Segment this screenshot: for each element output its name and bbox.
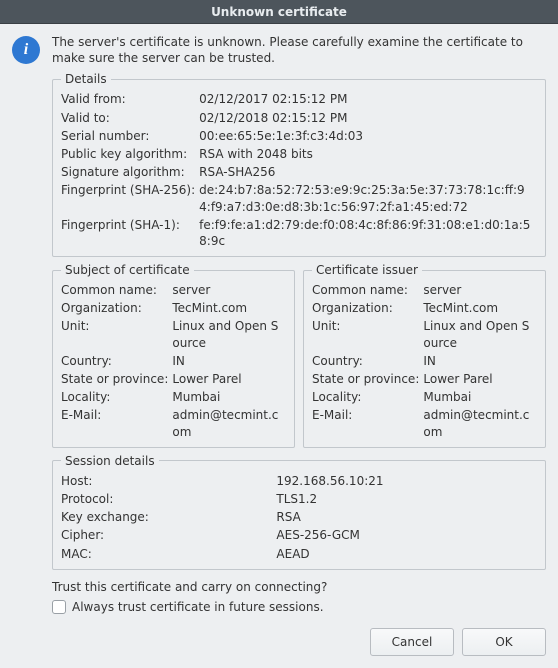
valid-to-value: 02/12/2018 02:15:12 PM [199,109,537,127]
sigalg-label: Signature algorithm: [61,163,199,181]
host-label: Host: [61,472,276,490]
protocol-label: Protocol: [61,490,276,508]
mac-label: MAC: [61,545,276,563]
subject-locality-label: Locality: [61,388,172,406]
cipher-label: Cipher: [61,526,276,544]
fp256-label: Fingerprint (SHA-256): [61,181,199,215]
subject-org-value: TecMint.com [172,299,286,317]
subject-locality-value: Mumbai [172,388,286,406]
issuer-org-value: TecMint.com [423,299,537,317]
cancel-button[interactable]: Cancel [370,628,454,656]
fp1-label: Fingerprint (SHA-1): [61,216,199,250]
details-legend: Details [61,72,111,86]
issuer-cn-label: Common name: [312,281,423,299]
issuer-state-label: State or province: [312,370,423,388]
subject-legend: Subject of certificate [61,263,194,277]
ok-button[interactable]: OK [462,628,546,656]
issuer-cn-value: server [423,281,537,299]
pubkey-value: RSA with 2048 bits [199,145,537,163]
issuer-locality-value: Mumbai [423,388,537,406]
trust-question: Trust this certificate and carry on conn… [52,580,546,594]
subject-cn-value: server [172,281,286,299]
issuer-unit-value: Linux and Open Source [423,317,537,351]
issuer-org-label: Organization: [312,299,423,317]
protocol-value: TLS1.2 [276,490,537,508]
session-legend: Session details [61,454,159,468]
issuer-email-label: E-Mail: [312,406,423,440]
subject-country-label: Country: [61,352,172,370]
subject-group: Subject of certificate Common name:serve… [52,263,295,448]
message-text: The server's certificate is unknown. Ple… [52,34,546,66]
pubkey-label: Public key algorithm: [61,145,199,163]
valid-to-label: Valid to: [61,109,199,127]
window-title: Unknown certificate [0,0,558,24]
dialog-content: i The server's certificate is unknown. P… [0,24,558,668]
serial-label: Serial number: [61,127,199,145]
always-trust-label: Always trust certificate in future sessi… [72,600,324,614]
mac-value: AEAD [276,545,537,563]
fp256-value: de:24:b7:8a:52:72:53:e9:9c:25:3a:5e:37:7… [199,181,537,215]
sigalg-value: RSA-SHA256 [199,163,537,181]
always-trust-checkbox[interactable] [52,600,66,614]
subject-org-label: Organization: [61,299,172,317]
issuer-unit-label: Unit: [312,317,423,351]
serial-value: 00:ee:65:5e:1e:3f:c3:4d:03 [199,127,537,145]
host-value: 192.168.56.10:21 [276,472,537,490]
valid-from-label: Valid from: [61,90,199,108]
issuer-country-value: IN [423,352,537,370]
subject-email-value: admin@tecmint.com [172,406,286,440]
fp1-value: fe:f9:fe:a1:d2:79:de:f0:08:4c:8f:86:9f:3… [199,216,537,250]
kex-label: Key exchange: [61,508,276,526]
issuer-legend: Certificate issuer [312,263,422,277]
subject-email-label: E-Mail: [61,406,172,440]
issuer-group: Certificate issuer Common name:server Or… [303,263,546,448]
cipher-value: AES-256-GCM [276,526,537,544]
subject-unit-label: Unit: [61,317,172,351]
subject-country-value: IN [172,352,286,370]
session-group: Session details Host:192.168.56.10:21 Pr… [52,454,546,570]
valid-from-value: 02/12/2017 02:15:12 PM [199,90,537,108]
issuer-locality-label: Locality: [312,388,423,406]
subject-state-value: Lower Parel [172,370,286,388]
subject-state-label: State or province: [61,370,172,388]
subject-cn-label: Common name: [61,281,172,299]
kex-value: RSA [276,508,537,526]
subject-unit-value: Linux and Open Source [172,317,286,351]
issuer-country-label: Country: [312,352,423,370]
issuer-state-value: Lower Parel [423,370,537,388]
info-icon: i [12,36,40,64]
issuer-email-value: admin@tecmint.com [423,406,537,440]
details-group: Details Valid from:02/12/2017 02:15:12 P… [52,72,546,257]
